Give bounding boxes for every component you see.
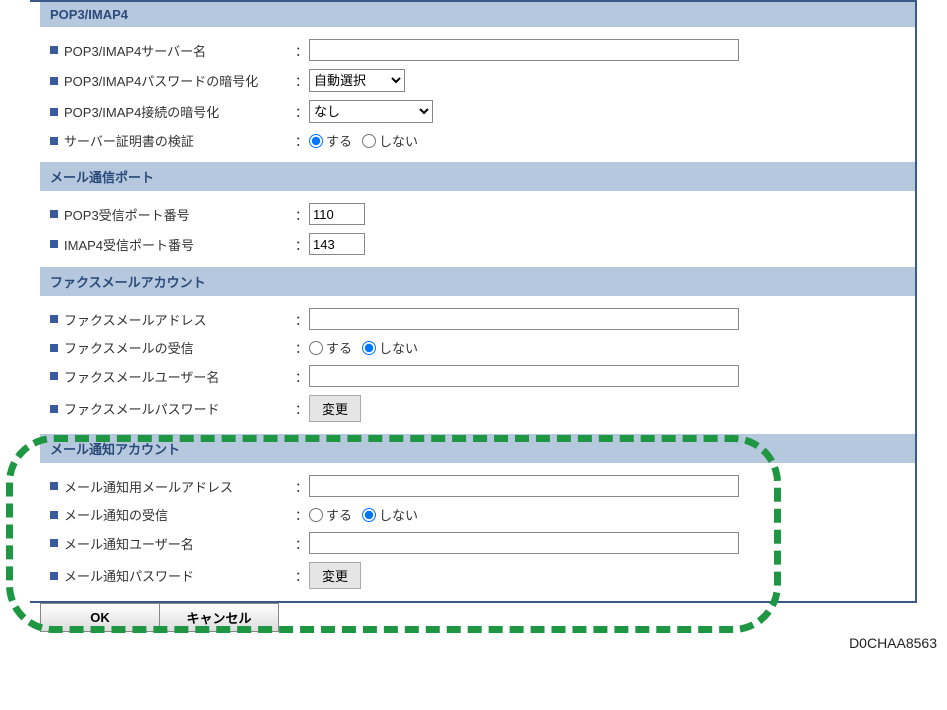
label-notify-recv: メール通知の受信	[64, 505, 168, 524]
button-notify-pw-change[interactable]: 変更	[309, 562, 361, 589]
bullet-icon	[50, 108, 58, 116]
bullet-icon	[50, 46, 58, 54]
colon: ：	[295, 102, 309, 121]
radio-cert-yes[interactable]: する	[309, 131, 352, 150]
bullet-icon	[50, 210, 58, 218]
input-notify-user[interactable]	[309, 532, 739, 554]
ok-button[interactable]: OK	[40, 603, 160, 632]
radio-cert-no[interactable]: しない	[362, 131, 418, 150]
select-pw-encryption[interactable]: 自動選択	[309, 69, 405, 92]
cancel-button[interactable]: キャンセル	[159, 603, 279, 632]
row-notify-addr: メール通知用メールアドレス ：	[50, 471, 915, 501]
colon: ：	[295, 367, 309, 386]
input-pop3-port[interactable]	[309, 203, 365, 225]
row-pop3-port: POP3受信ポート番号 ：	[50, 199, 915, 229]
section-body-pop3imap4: POP3/IMAP4サーバー名 ： POP3/IMAP4パスワードの暗号化 ： …	[30, 27, 915, 162]
bullet-icon	[50, 405, 58, 413]
section-header-notify: メール通知アカウント	[40, 434, 915, 463]
section-body-fax: ファクスメールアドレス ： ファクスメールの受信 ： する しない ファクスメー…	[30, 296, 915, 434]
row-conn-encryption: POP3/IMAP4接続の暗号化 ： なし	[50, 96, 915, 127]
label-notify-addr: メール通知用メールアドレス	[64, 477, 233, 496]
bullet-icon	[50, 77, 58, 85]
label-notify-pw: メール通知パスワード	[64, 566, 194, 585]
bullet-icon	[50, 539, 58, 547]
label-fax-recv: ファクスメールの受信	[64, 338, 194, 357]
colon: ：	[295, 505, 309, 524]
select-conn-encryption[interactable]: なし	[309, 100, 433, 123]
colon: ：	[295, 310, 309, 329]
radio-notify-recv-yes[interactable]: する	[309, 505, 352, 524]
bullet-icon	[50, 572, 58, 580]
row-cert-verify: サーバー証明書の検証 ： する しない	[50, 127, 915, 154]
colon: ：	[295, 566, 309, 585]
button-fax-pw-change[interactable]: 変更	[309, 395, 361, 422]
radio-group-cert: する しない	[309, 131, 418, 150]
label-fax-user: ファクスメールユーザー名	[64, 367, 219, 386]
input-notify-addr[interactable]	[309, 475, 739, 497]
colon: ：	[295, 338, 309, 357]
colon: ：	[295, 534, 309, 553]
row-imap4-port: IMAP4受信ポート番号 ：	[50, 229, 915, 259]
colon: ：	[295, 235, 309, 254]
label-conn-encryption: POP3/IMAP4接続の暗号化	[64, 102, 219, 121]
radio-label-notify-no: しない	[379, 505, 418, 524]
radio-group-fax-recv: する しない	[309, 338, 418, 357]
input-imap4-port[interactable]	[309, 233, 365, 255]
section-body-notify: メール通知用メールアドレス ： メール通知の受信 ： する しない メール通知ユ…	[30, 463, 915, 601]
row-fax-user: ファクスメールユーザー名 ：	[50, 361, 915, 391]
label-fax-addr: ファクスメールアドレス	[64, 310, 207, 329]
radio-fax-recv-yes[interactable]: する	[309, 338, 352, 357]
bullet-icon	[50, 240, 58, 248]
row-pw-encryption: POP3/IMAP4パスワードの暗号化 ： 自動選択	[50, 65, 915, 96]
bullet-icon	[50, 137, 58, 145]
radio-label-cert-yes: する	[326, 131, 352, 150]
radio-group-notify-recv: する しない	[309, 505, 418, 524]
colon: ：	[295, 131, 309, 150]
row-fax-pw: ファクスメールパスワード ： 変更	[50, 391, 915, 426]
row-fax-addr: ファクスメールアドレス ：	[50, 304, 915, 334]
bullet-icon	[50, 511, 58, 519]
radio-notify-recv-no[interactable]: しない	[362, 505, 418, 524]
label-notify-user: メール通知ユーザー名	[64, 534, 194, 553]
row-notify-user: メール通知ユーザー名 ：	[50, 528, 915, 558]
label-pop3imap4-server: POP3/IMAP4サーバー名	[64, 41, 206, 60]
input-fax-addr[interactable]	[309, 308, 739, 330]
section-header-pop3imap4: POP3/IMAP4	[40, 2, 915, 27]
bullet-icon	[50, 315, 58, 323]
radio-label-notify-yes: する	[326, 505, 352, 524]
settings-panel: POP3/IMAP4 POP3/IMAP4サーバー名 ： POP3/IMAP4パ…	[30, 0, 917, 603]
label-imap4-port: IMAP4受信ポート番号	[64, 235, 194, 254]
section-header-fax: ファクスメールアカウント	[40, 267, 915, 296]
radio-label-fax-yes: する	[326, 338, 352, 357]
bullet-icon	[50, 482, 58, 490]
colon: ：	[295, 205, 309, 224]
colon: ：	[295, 41, 309, 60]
bullet-icon	[50, 372, 58, 380]
label-fax-pw: ファクスメールパスワード	[64, 399, 220, 418]
label-cert-verify: サーバー証明書の検証	[64, 131, 194, 150]
label-pop3-port: POP3受信ポート番号	[64, 205, 190, 224]
bullet-icon	[50, 344, 58, 352]
button-bar: OK キャンセル	[40, 603, 947, 632]
row-notify-recv: メール通知の受信 ： する しない	[50, 501, 915, 528]
label-pw-encryption: POP3/IMAP4パスワードの暗号化	[64, 71, 258, 90]
section-header-ports: メール通信ポート	[40, 162, 915, 191]
radio-label-fax-no: しない	[379, 338, 418, 357]
colon: ：	[295, 71, 309, 90]
colon: ：	[295, 399, 309, 418]
image-id-label: D0CHAA8563	[0, 632, 947, 651]
row-pop3imap4-server: POP3/IMAP4サーバー名 ：	[50, 35, 915, 65]
input-pop3imap4-server[interactable]	[309, 39, 739, 61]
row-notify-pw: メール通知パスワード ： 変更	[50, 558, 915, 593]
radio-fax-recv-no[interactable]: しない	[362, 338, 418, 357]
section-body-ports: POP3受信ポート番号 ： IMAP4受信ポート番号 ：	[30, 191, 915, 267]
input-fax-user[interactable]	[309, 365, 739, 387]
colon: ：	[295, 477, 309, 496]
row-fax-recv: ファクスメールの受信 ： する しない	[50, 334, 915, 361]
radio-label-cert-no: しない	[379, 131, 418, 150]
